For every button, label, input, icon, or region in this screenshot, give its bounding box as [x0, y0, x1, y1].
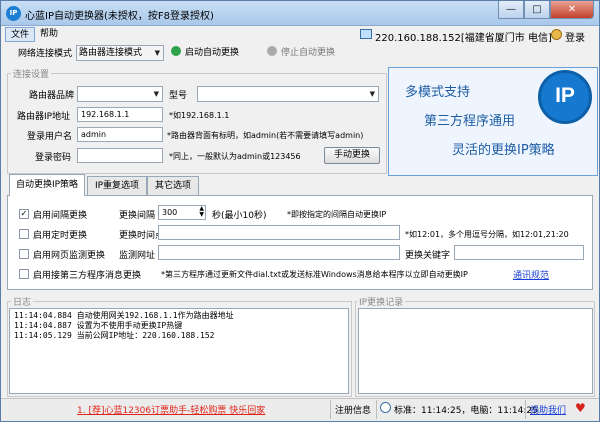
window-title: 心蓝IP自动更换器(未授权，按F8登录授权) [25, 11, 214, 22]
manual-change-button[interactable]: 手动更换 [324, 147, 380, 164]
title-bar: IP 心蓝IP自动更换器(未授权，按F8登录授权) — □ ✕ [1, 1, 599, 26]
login-user-label: 登录用户名 [27, 132, 73, 142]
web-monitor-label: 启用网页监测更换 [33, 251, 106, 261]
menu-help[interactable]: 帮助 [35, 27, 63, 42]
chevron-down-icon: ▼ [153, 90, 159, 98]
protocol-spec-link[interactable]: 通讯规范 [513, 268, 549, 281]
close-button[interactable]: ✕ [550, 1, 594, 19]
router-model-label: 型号 [169, 91, 188, 101]
minimize-button[interactable]: — [498, 1, 524, 19]
clock-icon [380, 402, 391, 413]
menu-file[interactable]: 文件 [5, 27, 36, 42]
stop-icon [267, 46, 277, 56]
interval-stepper[interactable]: 300 ▲ ▼ [158, 205, 206, 220]
login-password-hint: *同上，一般默认为admin或123456 [169, 152, 301, 161]
log-line: 11:14:05.129 当前公网IP地址：220.160.188.152 [14, 331, 215, 340]
register-info-link[interactable]: 注册信息 [335, 403, 371, 416]
log-line: 11:14:04.884 自动使用网关192.168.1.1作为路由器地址 [14, 311, 234, 320]
promo-line-2: 第三方程序通用 [424, 114, 516, 129]
tab-auto-change-policy[interactable]: 自动更换IP策略 [9, 174, 85, 196]
login-user-hint: *路由器背面有标明，如admin(若不需要请填写admin) [167, 131, 364, 140]
thirdparty-message-hint: *第三方程序通过更新文件dial.txt或发送标准Windows消息给本程序以立… [161, 270, 468, 279]
tab-ip-repeat-options[interactable]: IP重复选项 [87, 176, 147, 195]
log-title: 日志 [11, 295, 34, 308]
connection-mode-select[interactable]: 路由器连接模式 ▼ [76, 45, 164, 61]
status-separator [330, 400, 331, 419]
router-brand-label: 路由器品牌 [29, 91, 75, 101]
heart-icon: ♥ [575, 401, 586, 415]
interval-hint: *即按指定的间隔自动更换IP [287, 210, 387, 219]
router-ip-hint: *如192.168.1.1 [169, 111, 230, 120]
change-keyword-input[interactable] [454, 245, 584, 260]
login-password-input[interactable] [77, 148, 163, 163]
chevron-down-icon: ▼ [369, 90, 375, 98]
app-logo-icon: IP [6, 6, 21, 21]
log-line: 11:14:04.887 设置为不使用手动更换IP热键 [14, 321, 183, 330]
connection-settings-title: 连接设置 [11, 67, 52, 80]
timed-change-checkbox[interactable] [19, 229, 29, 239]
start-auto-change-label: 启动自动更换 [185, 48, 240, 58]
stop-auto-change-label: 停止自动更换 [281, 48, 336, 58]
interval-value: 300 [162, 208, 178, 217]
time-status: 标准：11:14:25，电脑：11:14:25 [394, 406, 538, 416]
login-icon[interactable] [551, 29, 562, 40]
maximize-button[interactable]: □ [524, 1, 550, 19]
router-ip-input[interactable]: 192.168.1.1 [77, 107, 163, 122]
timed-point-input[interactable] [158, 225, 400, 240]
tab-other-options[interactable]: 其它选项 [147, 176, 199, 195]
interval-label: 更换间隔 [119, 211, 156, 221]
start-auto-change-button[interactable]: 启动自动更换 [171, 45, 239, 61]
monitor-url-label: 监测网址 [119, 251, 156, 261]
connection-mode-value: 路由器连接模式 [79, 48, 143, 58]
timed-change-label: 启用定时更换 [33, 231, 88, 241]
ip-logo-icon: IP [538, 70, 592, 124]
log-textarea[interactable]: 11:14:04.884 自动使用网关192.168.1.1作为路由器地址 11… [9, 308, 349, 394]
login-link[interactable]: 登录 [565, 29, 585, 44]
donate-link[interactable]: 捐助我们 [530, 403, 566, 416]
promo-line-3: 灵活的更换IP策略 [452, 143, 555, 158]
ip-change-log-list[interactable] [358, 308, 593, 394]
connection-mode-label: 网络连接模式 [18, 49, 73, 59]
stop-auto-change-button[interactable]: 停止自动更换 [267, 45, 335, 61]
web-monitor-checkbox[interactable] [19, 249, 29, 259]
interval-unit: 秒(最小10秒) [212, 211, 267, 221]
timed-point-hint: *如12:01，多个用逗号分隔，如12:01,21:20 [405, 230, 569, 239]
chevron-down-icon: ▼ [154, 49, 160, 57]
promo-line-1: 多模式支持 [405, 85, 471, 100]
router-ip-label: 路由器IP地址 [17, 112, 71, 122]
ad-link[interactable]: 1. [荐]心蓝12306订票助手-轻松购票 快乐回家 [77, 403, 265, 416]
play-icon [171, 46, 181, 56]
status-separator [376, 400, 377, 419]
change-keyword-label: 更换关键字 [405, 251, 451, 261]
interval-change-checkbox[interactable]: ✓ [19, 209, 29, 219]
login-password-label: 登录密码 [35, 153, 72, 163]
spinner-arrows-icon[interactable]: ▲ ▼ [199, 206, 204, 218]
window-controls: — □ ✕ [498, 1, 594, 19]
router-model-select[interactable]: ▼ [197, 86, 379, 102]
public-ip-status: 220.160.188.152[福建省厦门市 电信] [375, 33, 552, 44]
ip-change-log-title: IP更换记录 [357, 295, 406, 308]
main-window: IP 心蓝IP自动更换器(未授权，按F8登录授权) — □ ✕ 文件 帮助 22… [0, 0, 600, 422]
thirdparty-message-label: 启用接第三方程序消息更换 [33, 271, 142, 281]
status-separator [525, 400, 526, 419]
login-user-input[interactable]: admin [77, 127, 163, 142]
interval-change-label: 启用间隔更换 [33, 211, 88, 221]
router-brand-select[interactable]: ▼ [77, 86, 163, 102]
thirdparty-message-checkbox[interactable] [19, 269, 29, 279]
computer-icon [360, 29, 372, 39]
monitor-url-input[interactable] [158, 245, 400, 260]
